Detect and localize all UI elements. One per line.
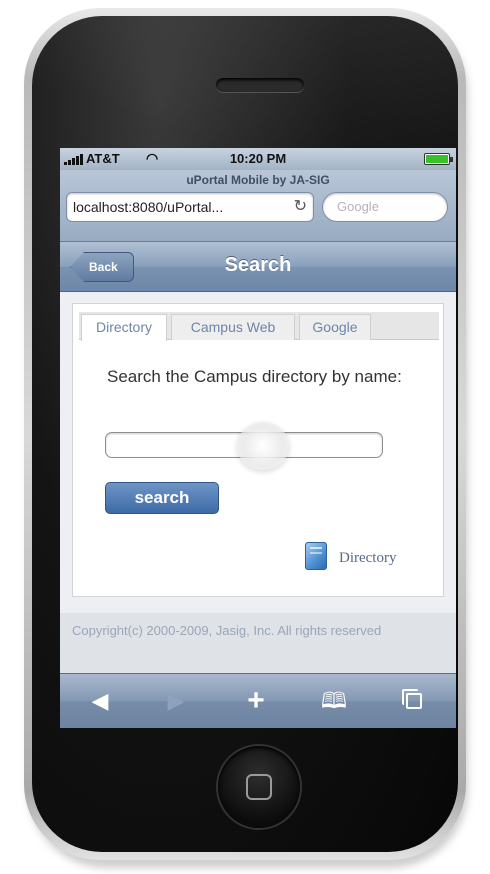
url-field[interactable]: localhost:8080/uPortal... ↻ bbox=[66, 192, 314, 222]
nav-title: Search bbox=[224, 254, 292, 276]
add-icon[interactable]: + bbox=[236, 684, 276, 718]
phone-screen: AT&T ◠ 10:20 PM uPortal Mobile by JA-SIG… bbox=[60, 148, 456, 728]
tab-directory[interactable]: Directory bbox=[81, 314, 167, 341]
url-text: localhost:8080/uPortal... bbox=[73, 199, 224, 215]
battery-icon bbox=[424, 153, 453, 165]
browser-search-placeholder: Google bbox=[337, 199, 379, 214]
clock: 10:20 PM bbox=[229, 151, 287, 166]
back-arrow-icon[interactable]: ◀ bbox=[80, 684, 120, 718]
bookmarks-icon[interactable]: 🕮 bbox=[314, 684, 354, 718]
earpiece-speaker bbox=[216, 78, 304, 92]
tab-campus-web[interactable]: Campus Web bbox=[171, 314, 295, 340]
content-area: Directory Campus Web Google Search the C… bbox=[60, 293, 456, 613]
directory-badge: Directory bbox=[305, 542, 415, 574]
touch-indicator bbox=[237, 422, 289, 470]
book-icon bbox=[305, 542, 327, 570]
tab-strip: Directory Campus Web Google bbox=[79, 312, 439, 341]
browser-toolbar: ◀ ▶ + 🕮 bbox=[60, 673, 456, 728]
browser-chrome: uPortal Mobile by JA-SIG localhost:8080/… bbox=[60, 170, 456, 242]
search-card: Directory Campus Web Google Search the C… bbox=[72, 303, 444, 597]
pages-icon[interactable] bbox=[394, 684, 434, 718]
search-prompt: Search the Campus directory by name: bbox=[107, 367, 402, 386]
status-bar: AT&T ◠ 10:20 PM bbox=[60, 148, 456, 170]
browser-page-title: uPortal Mobile by JA-SIG bbox=[186, 173, 330, 187]
forward-arrow-icon[interactable]: ▶ bbox=[156, 684, 196, 718]
tab-google[interactable]: Google bbox=[299, 314, 371, 340]
directory-badge-label: Directory bbox=[339, 550, 397, 566]
footer-copyright: Copyright(c) 2000-2009, Jasig, Inc. All … bbox=[60, 613, 456, 673]
reload-icon[interactable]: ↻ bbox=[294, 193, 307, 221]
home-square-icon bbox=[246, 774, 272, 800]
search-button[interactable]: search bbox=[105, 482, 219, 514]
nav-bar: Back Search bbox=[60, 242, 456, 292]
browser-search-field[interactable]: Google bbox=[322, 192, 448, 222]
home-button[interactable] bbox=[218, 746, 300, 828]
